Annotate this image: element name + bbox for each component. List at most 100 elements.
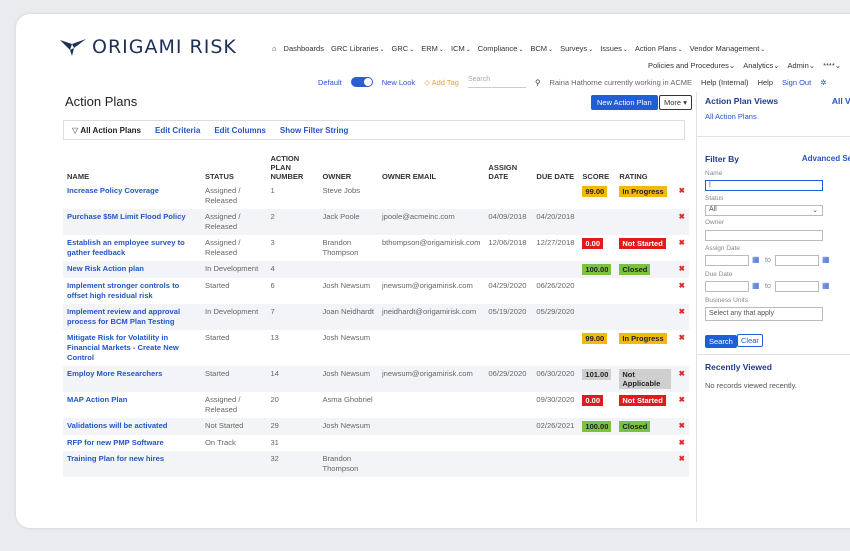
row-name-link[interactable]: Training Plan for new hires bbox=[67, 454, 164, 463]
row-name-link[interactable]: Increase Policy Coverage bbox=[67, 186, 159, 195]
col-score[interactable]: SCORE bbox=[578, 152, 615, 183]
clear-button[interactable]: Clear bbox=[737, 334, 763, 347]
filter-current[interactable]: ▽ All Action Plans bbox=[72, 126, 141, 135]
nav-admin[interactable]: Admin⌄ bbox=[788, 61, 816, 70]
advanced-search-link[interactable]: Advanced Search bbox=[802, 154, 850, 163]
row-name-link[interactable]: Mitigate Risk for Volatility in Financia… bbox=[67, 333, 179, 362]
current-view-link[interactable]: All Action Plans bbox=[705, 112, 757, 121]
more-button[interactable]: More ▾ bbox=[659, 95, 692, 110]
row-status: Assigned / Released bbox=[205, 186, 241, 205]
gear-icon[interactable]: ✲ bbox=[820, 78, 826, 87]
new-action-plan-button[interactable]: New Action Plan bbox=[591, 95, 658, 110]
signout-link[interactable]: Sign Out bbox=[782, 78, 811, 87]
nav-action-plans[interactable]: Action Plans⌄ bbox=[635, 44, 683, 53]
nav-bcm[interactable]: BCM⌄ bbox=[530, 44, 553, 53]
delete-icon[interactable]: ✖ bbox=[679, 421, 685, 430]
delete-icon[interactable]: ✖ bbox=[679, 395, 685, 404]
col-name[interactable]: NAME bbox=[63, 152, 201, 183]
col-assign-date[interactable]: ASSIGN DATE bbox=[484, 152, 532, 183]
row-name-link[interactable]: RFP for new PMP Software bbox=[67, 438, 164, 447]
col-email[interactable]: OWNER EMAIL bbox=[378, 152, 484, 183]
calendar-icon[interactable]: ▦ bbox=[822, 255, 830, 264]
assign-date-from[interactable] bbox=[705, 255, 749, 266]
table-row[interactable]: Establish an employee survey to gather f… bbox=[63, 235, 689, 261]
add-tag-button[interactable]: ◇ Add Tag bbox=[424, 78, 459, 87]
edit-columns-link[interactable]: Edit Columns bbox=[214, 126, 266, 135]
nav-analytics[interactable]: Analytics⌄ bbox=[743, 61, 779, 70]
delete-icon[interactable]: ✖ bbox=[679, 438, 685, 447]
nav-compliance[interactable]: Compliance⌄ bbox=[478, 44, 524, 53]
row-name-link[interactable]: Implement stronger controls to offset hi… bbox=[67, 281, 179, 300]
delete-icon[interactable]: ✖ bbox=[679, 264, 685, 273]
search-button[interactable]: Search bbox=[705, 335, 737, 348]
col-due-date[interactable]: DUE DATE bbox=[532, 152, 578, 183]
table-row[interactable]: Purchase $5M Limit Flood Policy Assigned … bbox=[63, 209, 689, 235]
delete-icon[interactable]: ✖ bbox=[679, 307, 685, 316]
table-row[interactable]: Increase Policy Coverage Assigned / Relea… bbox=[63, 183, 689, 209]
status-select[interactable]: All ⌄ bbox=[705, 205, 823, 216]
delete-icon[interactable]: ✖ bbox=[679, 186, 685, 195]
due-date-to[interactable] bbox=[775, 281, 819, 292]
row-email: jnewsum@origamirisk.com bbox=[381, 281, 473, 290]
edit-criteria-link[interactable]: Edit Criteria bbox=[155, 126, 200, 135]
all-views-link[interactable]: All Views bbox=[832, 96, 850, 106]
cell-status: Assigned / Released bbox=[201, 392, 266, 418]
col-owner[interactable]: OWNER bbox=[318, 152, 378, 183]
nav-grc-libraries[interactable]: GRC Libraries⌄ bbox=[331, 44, 385, 53]
business-units-select[interactable]: Select any that apply bbox=[705, 307, 823, 321]
row-status: In Development bbox=[205, 264, 259, 273]
due-date-from[interactable] bbox=[705, 281, 749, 292]
delete-icon[interactable]: ✖ bbox=[679, 369, 685, 378]
table-row[interactable]: New Risk Action plan In Development 4 100.0… bbox=[63, 261, 689, 278]
table-row[interactable]: Training Plan for new hires 32 Brandon Tho… bbox=[63, 451, 689, 477]
owner-field[interactable] bbox=[705, 230, 823, 241]
table-row[interactable]: Validations will be activated Not Started… bbox=[63, 418, 689, 435]
nav-icm[interactable]: ICM⌄ bbox=[451, 44, 471, 53]
search-input[interactable]: Search bbox=[467, 76, 526, 88]
col-rating[interactable]: RATING bbox=[615, 152, 674, 183]
nav-surveys[interactable]: Surveys⌄ bbox=[560, 44, 593, 53]
default-view-link[interactable]: Default bbox=[318, 78, 342, 87]
table-row[interactable]: Mitigate Risk for Volatility in Financia… bbox=[63, 330, 689, 366]
delete-icon[interactable]: ✖ bbox=[679, 454, 685, 463]
calendar-icon[interactable]: ▦ bbox=[752, 281, 760, 290]
row-name-link[interactable]: Employ More Researchers bbox=[67, 369, 162, 378]
assign-date-to[interactable] bbox=[775, 255, 819, 266]
row-name-link[interactable]: Establish an employee survey to gather f… bbox=[67, 238, 185, 257]
delete-icon[interactable]: ✖ bbox=[679, 281, 685, 290]
table-row[interactable]: MAP Action Plan Assigned / Released 20 Asma… bbox=[63, 392, 689, 418]
nav-erm[interactable]: ERM⌄ bbox=[421, 44, 444, 53]
cell-due bbox=[532, 330, 578, 366]
table-row[interactable]: Employ More Researchers Started 14 Josh New… bbox=[63, 366, 689, 392]
delete-icon[interactable]: ✖ bbox=[679, 333, 685, 342]
nav-issues[interactable]: Issues⌄ bbox=[600, 44, 628, 53]
new-look-toggle[interactable] bbox=[350, 77, 373, 87]
row-name-link[interactable]: Purchase $5M Limit Flood Policy bbox=[67, 212, 186, 221]
home-icon[interactable]: ⌂ bbox=[272, 44, 277, 53]
row-name-link[interactable]: Validations will be activated bbox=[67, 421, 167, 430]
delete-icon[interactable]: ✖ bbox=[679, 212, 685, 221]
calendar-icon[interactable]: ▦ bbox=[822, 281, 830, 290]
row-number: 4 bbox=[270, 264, 275, 273]
row-name-link[interactable]: New Risk Action plan bbox=[67, 264, 144, 273]
brand-logo[interactable]: ORIGAMI RISK bbox=[60, 36, 237, 58]
row-name-link[interactable]: MAP Action Plan bbox=[67, 395, 127, 404]
show-filter-string-link[interactable]: Show Filter String bbox=[280, 126, 348, 135]
table-row[interactable]: Implement stronger controls to offset hi… bbox=[63, 278, 689, 304]
nav-vendor-management[interactable]: Vendor Management⌄ bbox=[690, 44, 766, 53]
help-link[interactable]: Help bbox=[758, 78, 773, 87]
delete-icon[interactable]: ✖ bbox=[679, 238, 685, 247]
row-name-link[interactable]: Implement review and approval process fo… bbox=[67, 307, 180, 326]
calendar-icon[interactable]: ▦ bbox=[752, 255, 760, 264]
name-field[interactable]: | bbox=[705, 180, 823, 191]
table-row[interactable]: RFP for new PMP Software On Track 31 ✖ bbox=[63, 435, 689, 451]
nav-dashboards[interactable]: Dashboards bbox=[284, 44, 324, 53]
nav-grc[interactable]: GRC⌄ bbox=[392, 44, 415, 53]
col-status[interactable]: STATUS bbox=[201, 152, 266, 183]
nav-user-menu[interactable]: ****⌄ bbox=[823, 61, 841, 70]
table-row[interactable]: Implement review and approval process fo… bbox=[63, 304, 689, 330]
help-internal-link[interactable]: Help (Internal) bbox=[701, 78, 749, 87]
col-number[interactable]: ACTION PLAN NUMBER bbox=[266, 152, 318, 183]
search-icon[interactable]: ⚲ bbox=[535, 78, 541, 87]
nav-policies[interactable]: Policies and Procedures⌄ bbox=[648, 61, 735, 70]
